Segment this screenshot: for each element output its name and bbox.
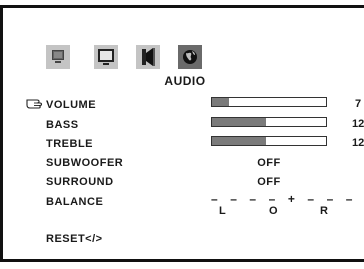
treble-value: 12 [352, 137, 364, 149]
bass-value: 12 [352, 118, 364, 130]
treble-slider[interactable] [211, 136, 327, 146]
volume-slider[interactable] [211, 97, 327, 107]
menu-title: AUDIO [164, 74, 206, 88]
monitor-icon[interactable] [94, 45, 118, 69]
menu-item-surround[interactable]: SURROUND [46, 176, 114, 188]
balance-center-label: O [269, 205, 278, 217]
globe-icon[interactable] [178, 45, 202, 69]
menu-item-subwoofer[interactable]: SUBWOOFER [46, 157, 123, 169]
picture-icon[interactable] [46, 45, 70, 69]
menu-item-reset[interactable]: RESET</> [46, 233, 103, 245]
menu-item-bass[interactable]: BASS [46, 119, 79, 131]
bass-slider-fill [212, 118, 266, 126]
osd-frame [0, 5, 364, 262]
bass-slider[interactable] [211, 117, 327, 127]
volume-slider-fill [212, 98, 230, 106]
balance-dashes: – – – – + – – – [211, 192, 358, 206]
balance-left-label: L [219, 205, 226, 217]
menu-item-volume[interactable]: VOLUME [46, 99, 96, 111]
pointer-hand-icon [26, 99, 43, 109]
balance-scale[interactable]: – – – – + – – – L O R [211, 192, 358, 218]
treble-slider-fill [212, 137, 266, 145]
menu-item-treble[interactable]: TREBLE [46, 138, 93, 150]
balance-right-label: R [320, 205, 328, 217]
menu-item-balance[interactable]: BALANCE [46, 196, 103, 208]
volume-value: 7 [355, 98, 362, 110]
speaker-icon[interactable] [136, 45, 160, 69]
surround-value[interactable]: OFF [211, 176, 327, 188]
subwoofer-value[interactable]: OFF [211, 157, 327, 169]
